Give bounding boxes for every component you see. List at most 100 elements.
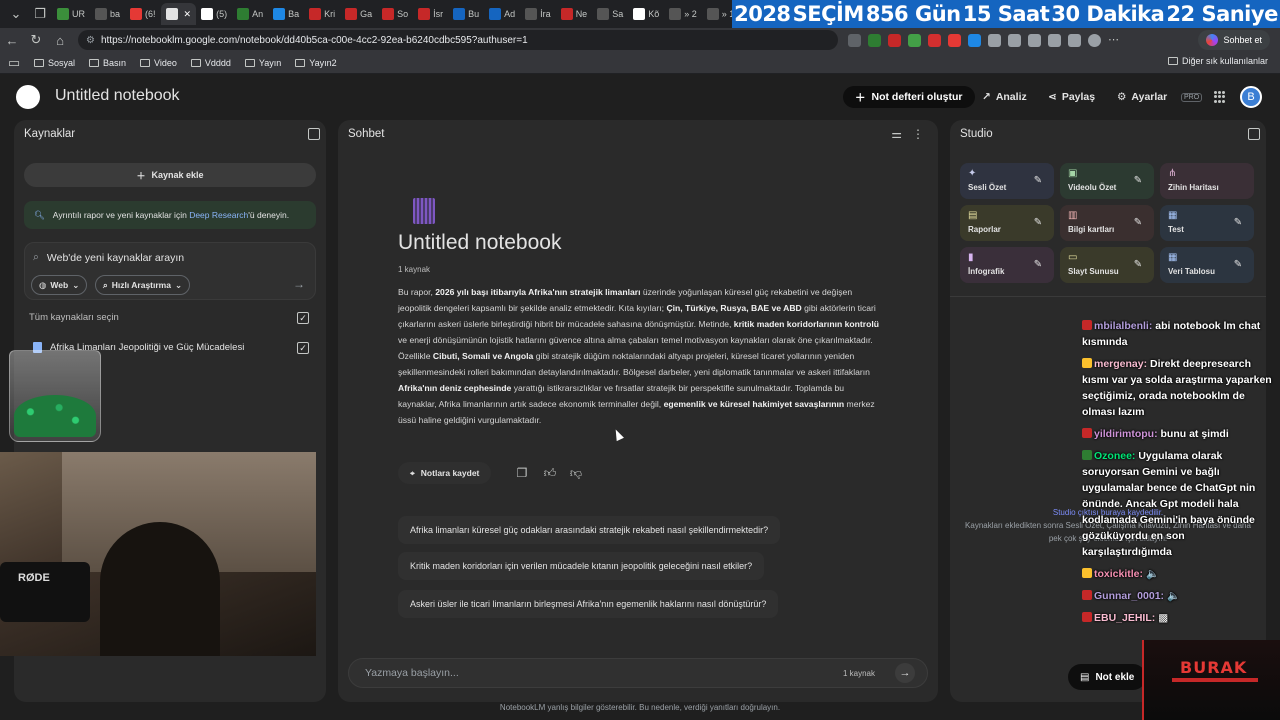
extension-icon[interactable] [868, 33, 881, 47]
apps-grid-icon[interactable] [1214, 91, 1226, 103]
studio-tile[interactable]: ▥ Bilgi kartları ✎ [1060, 205, 1154, 241]
deep-research-banner[interactable]: 🔍︎ Ayrıntılı rapor ve yeni kaynaklar içi… [24, 201, 316, 229]
web-filter-chip[interactable]: ◍ Web ⌄ [31, 275, 88, 295]
browser-tab[interactable]: İra [520, 3, 556, 25]
back-icon[interactable]: ← [0, 28, 24, 52]
save-to-notes-button[interactable]: ⌖ Notlara kaydet [398, 462, 492, 484]
browser-tab[interactable]: UR [52, 3, 90, 25]
browser-tab[interactable]: (6! [125, 3, 161, 25]
collapse-panel-icon[interactable] [308, 128, 320, 140]
suggested-question[interactable]: Afrika limanları küresel güç odakları ar… [398, 516, 781, 544]
more-vert-icon[interactable]: ⋮ [912, 127, 924, 141]
close-tab-icon[interactable]: ✕ [184, 9, 192, 20]
edit-pencil-icon[interactable]: ✎ [1030, 257, 1046, 273]
bookmark-folder[interactable]: Vdddd [190, 58, 231, 68]
source-checkbox[interactable]: ✓ [297, 342, 309, 354]
menu-icon[interactable]: ⋯ [1108, 34, 1121, 47]
studio-tile[interactable]: ▤ Raporlar ✎ [960, 205, 1054, 241]
settings-button[interactable]: ⚙ Ayarlar [1117, 86, 1167, 108]
tab-search-icon[interactable]: ⌄ [4, 2, 28, 26]
browser-tab[interactable]: ✕ [160, 3, 197, 25]
edit-pencil-icon[interactable]: ✎ [1030, 215, 1046, 231]
tab-groups-icon[interactable]: ❐ [28, 2, 52, 26]
chat-input[interactable]: Yazmaya başlayın... 1 kaynak → [348, 658, 928, 688]
browser-tab[interactable]: An [232, 3, 268, 25]
bookmark-folder[interactable]: Yayın2 [295, 58, 337, 68]
thumbs-down-icon[interactable]: 👎︎ [569, 466, 583, 480]
suggested-question[interactable]: Askeri üsler ile ticari limanların birle… [398, 590, 779, 618]
browser-tab[interactable]: Ba [268, 3, 304, 25]
web-search-input[interactable]: ⌕ Web'de yeni kaynaklar arayın [33, 251, 184, 264]
edit-pencil-icon[interactable]: ✎ [1230, 257, 1246, 273]
studio-tile[interactable]: ⋔ Zihin Haritası [1160, 163, 1254, 199]
add-source-button[interactable]: ＋ Kaynak ekle [24, 163, 316, 187]
studio-tile[interactable]: ▭ Slayt Sunusu ✎ [1060, 247, 1154, 283]
extension-icon[interactable] [1008, 33, 1021, 47]
studio-tile[interactable]: ▦ Veri Tablosu ✎ [1160, 247, 1254, 283]
extension-icon[interactable] [968, 33, 981, 47]
edit-pencil-icon[interactable]: ✎ [1130, 173, 1146, 189]
browser-tab[interactable]: Bu [448, 3, 484, 25]
notebooklm-logo[interactable] [16, 85, 40, 109]
browser-tab[interactable]: So [377, 3, 413, 25]
reload-icon[interactable]: ↻ [24, 28, 48, 52]
tab-title: Sa [612, 9, 624, 19]
edit-pencil-icon[interactable]: ✎ [1130, 257, 1146, 273]
bookmark-star-icon[interactable] [1028, 33, 1041, 47]
suggested-question[interactable]: Kritik maden koridorları için verilen mü… [398, 552, 765, 580]
site-info-icon[interactable]: ⚙ [86, 35, 95, 46]
edit-pencil-icon[interactable]: ✎ [1030, 173, 1046, 189]
collapse-panel-icon[interactable] [1248, 128, 1260, 140]
browser-tab[interactable]: Ad [484, 3, 520, 25]
browser-tab[interactable]: » 2 [664, 3, 702, 25]
extension-icon[interactable] [1068, 33, 1081, 47]
edit-pencil-icon[interactable]: ✎ [1130, 215, 1146, 231]
browser-tab[interactable]: Kõ [628, 3, 664, 25]
studio-tile[interactable]: ▮ İnfografik ✎ [960, 247, 1054, 283]
bookmark-folder[interactable]: Video [140, 58, 177, 68]
edit-pencil-icon[interactable]: ✎ [1230, 215, 1246, 231]
studio-tile[interactable]: ▣ Videolu Özet ✎ [1060, 163, 1154, 199]
profile-avatar[interactable] [1088, 33, 1101, 47]
extension-icon[interactable] [988, 33, 1001, 47]
arrow-right-icon[interactable]: → [293, 277, 305, 291]
other-bookmarks[interactable]: Diğer sık kullanılanlar [1167, 56, 1268, 66]
apps-icon[interactable]: ▭ [8, 51, 20, 75]
bookmark-folder[interactable]: Sosyal [34, 58, 75, 68]
research-mode-chip[interactable]: ⌕ Hızlı Araştırma ⌄ [95, 275, 191, 295]
account-avatar[interactable]: B [1240, 86, 1262, 108]
browser-tab[interactable]: Ne [556, 3, 593, 25]
extension-icon[interactable] [888, 33, 901, 47]
extension-icon[interactable] [928, 33, 941, 47]
gemini-chat-button[interactable]: Sohbet et [1198, 30, 1270, 50]
url-input[interactable]: ⚙ https://notebooklm.google.com/notebook… [78, 30, 838, 50]
deep-research-link[interactable]: Deep Research [189, 210, 248, 220]
extension-icon[interactable] [848, 33, 861, 47]
create-notebook-button[interactable]: ＋ Not defteri oluştur [843, 86, 975, 108]
home-icon[interactable]: ⌂ [48, 28, 72, 52]
extension-icon[interactable] [1048, 33, 1061, 47]
browser-tab[interactable]: (5) [196, 3, 232, 25]
send-icon[interactable]: → [895, 663, 915, 683]
bookmark-folder[interactable]: Basın [89, 58, 126, 68]
studio-tile[interactable]: ▦ Test ✎ [1160, 205, 1254, 241]
thumbs-up-icon[interactable]: 👍︎ [543, 466, 557, 480]
trend-icon: ↗ [982, 91, 991, 103]
bookmark-folder[interactable]: Yayın [244, 58, 281, 68]
extension-icon[interactable] [948, 33, 961, 47]
browser-tab[interactable]: ba [90, 3, 125, 25]
search-sparkle-icon: 🔍︎ [34, 209, 45, 220]
browser-tab[interactable]: Sa [592, 3, 628, 25]
notebook-title[interactable]: Untitled notebook [55, 87, 180, 105]
extension-icon[interactable] [908, 33, 921, 47]
studio-tile[interactable]: ✦ Sesli Özet ✎ [960, 163, 1054, 199]
select-all-checkbox[interactable]: ✓ [297, 312, 309, 324]
share-button[interactable]: ⋖ Paylaş [1048, 86, 1095, 108]
add-note-button[interactable]: ▤ Not ekle [1068, 664, 1147, 690]
browser-tab[interactable]: İsr [413, 3, 448, 25]
analysis-button[interactable]: ↗ Analiz [982, 86, 1027, 108]
copy-icon[interactable]: ❐ [515, 466, 529, 480]
browser-tab[interactable]: Kri [304, 3, 340, 25]
browser-tab[interactable]: Ga [340, 3, 377, 25]
tune-icon[interactable]: ⚌ [891, 127, 902, 141]
